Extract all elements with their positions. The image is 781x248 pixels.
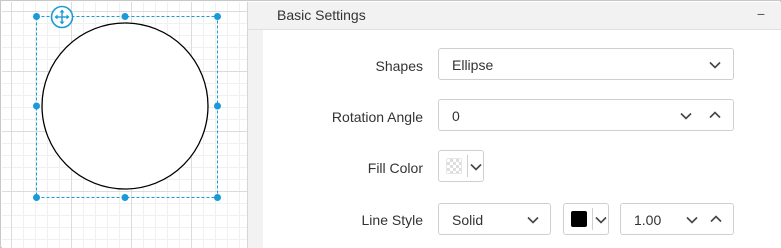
shapes-dropdown[interactable]: Ellipse [438, 48, 734, 80]
chevron-down-icon [709, 61, 721, 69]
shapes-label: Shapes [375, 58, 423, 74]
resize-handle-bottom[interactable] [121, 194, 129, 201]
panel-title: Basic Settings [277, 7, 366, 23]
resize-handle-bottom-left[interactable] [33, 194, 40, 201]
chevron-down-icon [470, 163, 482, 171]
shapes-value: Ellipse [452, 57, 494, 73]
chevron-up-icon[interactable] [710, 215, 722, 223]
fill-color-label: Fill Color [367, 160, 423, 176]
properties-panel: Basic Settings − Shapes Ellipse Rotation… [248, 2, 781, 248]
chevron-down-icon [527, 216, 539, 224]
diagram-canvas[interactable] [2, 2, 247, 248]
panel-header[interactable]: Basic Settings − [248, 2, 781, 30]
line-color-swatch [571, 211, 587, 227]
resize-handle-right[interactable] [214, 102, 221, 110]
fill-color-picker[interactable] [438, 150, 484, 182]
chevron-down-icon[interactable] [680, 112, 692, 120]
collapse-button[interactable]: − [751, 5, 771, 25]
line-width-value: 1.00 [634, 212, 662, 228]
resize-handle-bottom-right[interactable] [214, 194, 221, 201]
chevron-up-icon[interactable] [709, 111, 721, 119]
resize-handle-left[interactable] [33, 102, 40, 110]
rotation-angle-value: 0 [452, 108, 460, 124]
swatch-separator [467, 155, 468, 177]
line-color-picker[interactable] [563, 203, 609, 235]
move-arrows-icon[interactable] [50, 5, 74, 29]
swatch-separator [592, 208, 593, 230]
ellipse-shape[interactable] [41, 22, 209, 190]
rotation-angle-input[interactable]: 0 [438, 99, 734, 131]
canvas-svg [33, 5, 221, 201]
line-width-input[interactable]: 1.00 [620, 203, 734, 235]
rotation-angle-label: Rotation Angle [331, 109, 423, 125]
resize-handle-top[interactable] [121, 13, 129, 20]
line-style-value: Solid [452, 212, 484, 228]
line-style-dropdown[interactable]: Solid [438, 203, 551, 235]
fill-color-swatch [446, 158, 462, 174]
chevron-down-icon [595, 216, 607, 224]
resize-handle-top-right[interactable] [214, 13, 221, 20]
panel-body: Shapes Ellipse Rotation Angle 0 Fill Col… [263, 30, 781, 248]
app-frame: Basic Settings − Shapes Ellipse Rotation… [0, 0, 781, 248]
line-style-label: Line Style [361, 212, 423, 228]
resize-handle-top-left[interactable] [33, 13, 40, 20]
chevron-down-icon[interactable] [686, 216, 698, 224]
